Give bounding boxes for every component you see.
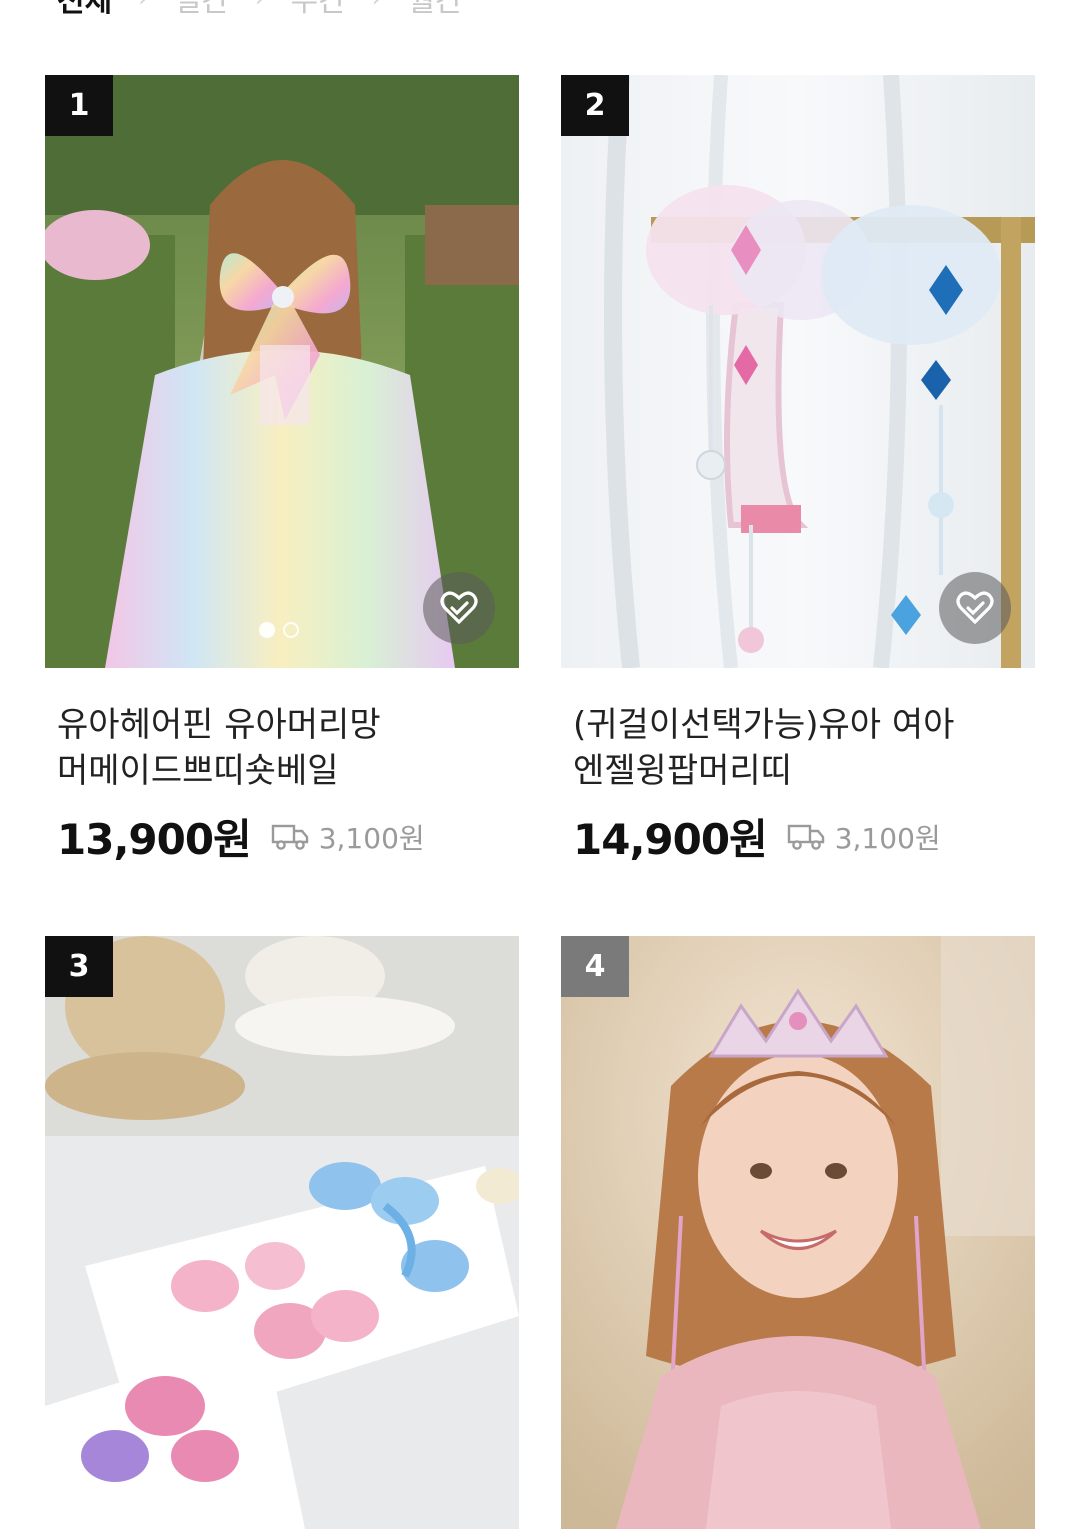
product-title-line: 엔젤윙팝머리띠 <box>573 751 792 791</box>
product-price: 13,900원 <box>57 815 252 864</box>
shipping-fee-value: 3,100원 <box>834 821 941 855</box>
truck-icon <box>271 824 308 850</box>
shipping-fee: 3,100원 <box>271 817 425 857</box>
product-title[interactable]: 유아헤어핀 유아머리망 머메이드쁘띠숏베일 <box>57 702 497 794</box>
product-card-3[interactable]: 3 <box>45 936 519 1529</box>
heart-check-icon <box>956 591 994 625</box>
period-tabs: 전체 › 일간 › 주간 › 월간 <box>57 0 463 20</box>
rank-badge: 2 <box>561 75 629 136</box>
pagination-dot <box>283 622 299 638</box>
chevron-right-icon: › <box>372 0 382 12</box>
image-pagination <box>259 622 299 638</box>
tab-monthly[interactable]: 월간 <box>407 0 462 20</box>
product-card-4[interactable]: 4 <box>561 936 1035 1529</box>
chevron-right-icon: › <box>138 0 148 12</box>
rank-badge: 4 <box>561 936 629 997</box>
shipping-fee: 3,100원 <box>787 817 941 857</box>
price-row: 14,900원 3,100원 <box>573 806 1035 867</box>
chevron-right-icon: › <box>255 0 265 12</box>
truck-icon <box>787 824 824 850</box>
heart-check-icon <box>440 591 478 625</box>
product-card-2[interactable]: 2 (귀걸이선택가능)유아 여아 엔젤윙팝머리띠 14,900원 3,100원 <box>561 75 1035 867</box>
tab-all[interactable]: 전체 <box>57 0 112 20</box>
tab-daily[interactable]: 일간 <box>174 0 229 20</box>
product-image-3[interactable]: 3 <box>45 936 519 1529</box>
product-card-1[interactable]: 1 유아헤어핀 유아머리망 머메이드쁘띠숏베일 13,900원 3,100원 <box>45 75 519 867</box>
wishlist-button[interactable] <box>939 572 1011 644</box>
rank-badge: 3 <box>45 936 113 997</box>
product-title-line: 머메이드쁘띠숏베일 <box>57 751 339 791</box>
product-price: 14,900원 <box>573 815 768 864</box>
product-title-line: 유아헤어핀 유아머리망 <box>57 705 381 745</box>
product-image-2[interactable]: 2 <box>561 75 1035 668</box>
product-image-1[interactable]: 1 <box>45 75 519 668</box>
wishlist-button[interactable] <box>423 572 495 644</box>
product-title-line: (귀걸이선택가능)유아 여아 <box>573 705 955 745</box>
product-image-4[interactable]: 4 <box>561 936 1035 1529</box>
shipping-fee-value: 3,100원 <box>318 821 425 855</box>
price-row: 13,900원 3,100원 <box>57 806 519 867</box>
tab-weekly[interactable]: 주간 <box>291 0 346 20</box>
rank-badge: 1 <box>45 75 113 136</box>
product-title[interactable]: (귀걸이선택가능)유아 여아 엔젤윙팝머리띠 <box>573 702 1013 794</box>
pagination-dot <box>259 622 275 638</box>
